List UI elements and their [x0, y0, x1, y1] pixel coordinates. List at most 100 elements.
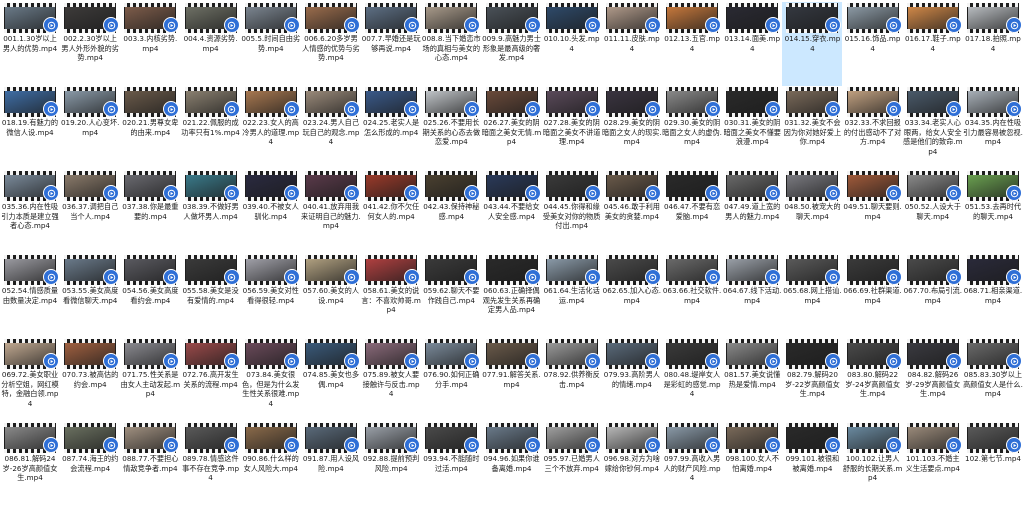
file-item[interactable]: 084.82.解码26岁-29岁高颜值女生.mp4 — [903, 338, 963, 422]
file-item[interactable]: 053.55.美女高度看微信聊天.mp4 — [60, 254, 120, 338]
file-item[interactable]: 040.41.放弃用我来证明自己的魅力.mp4 — [301, 170, 361, 254]
file-item[interactable]: 055.58.美女是没有爱情的.mp4 — [181, 254, 241, 338]
file-item[interactable]: 059.62.聊天不要作践自己.mp4 — [421, 254, 481, 338]
file-item[interactable]: 080.48.堤岸女人是彩虹的感觉.mp4 — [662, 338, 722, 422]
file-item[interactable]: 035.36.内在性吸引力本质是建立强者心态.mp4 — [0, 170, 60, 254]
file-item[interactable]: 100.102.让男人舒服的长期关系.mp4 — [843, 422, 903, 506]
file-item[interactable]: 082.79.解码20岁-22岁高颜值女生.mp4 — [782, 338, 842, 422]
file-item[interactable]: 068.71.相亲渠道.mp4 — [963, 254, 1023, 338]
file-item[interactable]: 027.28.美女的阴暗面之美女不讲道理.mp4 — [542, 86, 602, 170]
file-item[interactable]: 002.2.30岁以上男人外形外貌的劣势.mp4 — [60, 2, 120, 86]
file-item[interactable]: 073.84.美女很色，但是为什么发生性关系很难.mp4 — [241, 338, 301, 422]
file-item[interactable]: 024.25.老实人是怎么形成的.mp4 — [361, 86, 421, 170]
file-item[interactable]: 098.100.女人不怕离婚.mp4 — [722, 422, 782, 506]
file-item[interactable]: 081.57.美女说懂热是爱情.mp4 — [722, 338, 782, 422]
file-item[interactable]: 044.45.你得和缘受美女对你的物质付出.mp4 — [542, 170, 602, 254]
file-item[interactable]: 078.92.供养衡反击.mp4 — [542, 338, 602, 422]
file-item[interactable]: 096.98.对方为啥嫁给你钞何.mp4 — [602, 422, 662, 506]
file-item[interactable]: 012.13.五官.mp4 — [662, 2, 722, 86]
file-item[interactable]: 026.27.美女的阴暗面之美女无情.mp4 — [482, 86, 542, 170]
file-item[interactable]: 089.78.情感这件事不存在竞争.mp4 — [181, 422, 241, 506]
file-item[interactable]: 013.14.面美.mp4 — [722, 2, 782, 86]
file-item[interactable]: 001.1.30岁以上男人的优势.mp4 — [0, 2, 60, 86]
file-item[interactable]: 019.20.人心变坏.mp4 — [60, 86, 120, 170]
file-item[interactable]: 005.5.时间自由劣势.mp4 — [241, 2, 301, 86]
file-item[interactable]: 097.99.高收入男人的财产风险.mp4 — [662, 422, 722, 506]
file-item[interactable]: 020.21.男尊女卑的由来.mp4 — [120, 86, 180, 170]
file-item[interactable]: 006.6.20多岁男人情感的优势与劣势.mp4 — [301, 2, 361, 86]
file-item[interactable]: 056.59.美女对性看得很轻.mp4 — [241, 254, 301, 338]
file-item[interactable]: 095.97.已婚男人三个不放弃.mp4 — [542, 422, 602, 506]
file-item[interactable]: 016.17.鞋子.mp4 — [903, 2, 963, 86]
file-item[interactable]: 077.91.解答关系.mp4 — [482, 338, 542, 422]
file-item[interactable]: 028.29.美女的阴暗面之女人的现实.mp4 — [602, 86, 662, 170]
file-item[interactable]: 004.4.资源劣势.mp4 — [181, 2, 241, 86]
file-item[interactable]: 007.7.早婚还是玩够再说.mp4 — [361, 2, 421, 86]
file-item[interactable]: 066.69.社群渠道.mp4 — [843, 254, 903, 338]
file-item[interactable]: 051.53.去再时代的聊天.mp4 — [963, 170, 1023, 254]
file-item[interactable]: 058.61.美女的说言：不喜欢帅哥.mp4 — [361, 254, 421, 338]
file-item[interactable]: 038.39.不做好男人做坏男人.mp4 — [181, 170, 241, 254]
file-item[interactable]: 054.56.美女高度看约会.mp4 — [120, 254, 180, 338]
file-item[interactable]: 023.24.男人自己玩自己的观念.mp4 — [301, 86, 361, 170]
file-item[interactable]: 048.50.被宠大的聊天.mp4 — [782, 170, 842, 254]
file-item[interactable]: 003.3.内核劣势.mp4 — [120, 2, 180, 86]
file-item[interactable]: 061.64.生活化话运.mp4 — [542, 254, 602, 338]
file-item[interactable]: 075.89.被女人要接触许与反击.mp4 — [361, 338, 421, 422]
file-item[interactable]: 092.88.提前预判风险.mp4 — [361, 422, 421, 506]
file-item[interactable]: 018.19.有魅力的微信人设.mp4 — [0, 86, 60, 170]
file-item[interactable]: 031.32.美女不会因为你对她好爱上你.mp4 — [782, 86, 842, 170]
file-item[interactable]: 069.72.美女职业分析空姐，网红模特，金融白领.mp4 — [0, 338, 60, 422]
file-item[interactable]: 065.68.网上搭讪.mp4 — [782, 254, 842, 338]
file-item[interactable]: 087.74.海王的约会流程.mp4 — [60, 422, 120, 506]
file-item[interactable]: 022.23.女人的高冷男人的道理.mp4 — [241, 86, 301, 170]
file-item[interactable]: 047.49.道上宽的男人的魅力.mp4 — [722, 170, 782, 254]
file-item[interactable]: 045.46.敢于利用美女的贪婪.mp4 — [602, 170, 662, 254]
file-item[interactable]: 014.15.穿衣.mp4 — [782, 2, 843, 86]
file-item[interactable]: 011.11.皮肤.mp4 — [602, 2, 662, 86]
file-item[interactable]: 021.22.佩服的成功率只有1%.mp4 — [181, 86, 241, 170]
file-item[interactable]: 049.51.聊天要则.mp4 — [843, 170, 903, 254]
file-item[interactable]: 060.63.正确择偶观先发生关系再确定男人品.mp4 — [482, 254, 542, 338]
file-item[interactable]: 052.54.情感质量由数量决定.mp4 — [0, 254, 60, 338]
file-item[interactable]: 074.85.美女也多偶.mp4 — [301, 338, 361, 422]
file-item[interactable]: 015.16.饰品.mp4 — [843, 2, 903, 86]
file-item[interactable]: 033.34.老实人心眼两，给女人安全感是他们的致命.mp4 — [903, 86, 963, 170]
file-item[interactable]: 101.103.不婚主义生活要点.mp4 — [903, 422, 963, 506]
file-item[interactable]: 008.8.当下婚恋市场的真相与美女的心态.mp4 — [421, 2, 481, 86]
file-item[interactable]: 094.96.如果你谁备离婚.mp4 — [482, 422, 542, 506]
file-item[interactable]: 091.87.用人设风险.mp4 — [301, 422, 361, 506]
file-item[interactable]: 063.66.社交软件.mp4 — [662, 254, 722, 338]
file-item[interactable]: 036.37.调把自己当个人.mp4 — [60, 170, 120, 254]
file-item[interactable]: 085.83.30岁以上高颜值女人是什么.mp4 — [963, 338, 1023, 422]
file-item[interactable]: 037.38.你是最重要的.mp4 — [120, 170, 180, 254]
file-item[interactable]: 088.77.不要担心情敌竞争者.mp4 — [120, 422, 180, 506]
file-item[interactable]: 046.47.不要有恋爱脑.mp4 — [662, 170, 722, 254]
file-item[interactable]: 032.33.不求回报的付出感动不了对方.mp4 — [843, 86, 903, 170]
file-item[interactable]: 057.60.美女的人设.mp4 — [301, 254, 361, 338]
file-item[interactable]: 076.90.如何正确分手.mp4 — [421, 338, 481, 422]
file-item[interactable]: 079.93.高阶男人的情绪.mp4 — [602, 338, 662, 422]
file-item[interactable]: 062.65.加入心态.mp4 — [602, 254, 662, 338]
file-item[interactable]: 009.9.高魅力男士形象是最高级的奢发.mp4 — [482, 2, 542, 86]
file-item[interactable]: 042.43.保持神秘感.mp4 — [421, 170, 481, 254]
file-item[interactable]: 034.35.内在性吸引力最容易被忽视.mp4 — [963, 86, 1023, 170]
file-item[interactable]: 064.67.线下活动.mp4 — [722, 254, 782, 338]
file-item[interactable]: 043.44.不要给女人安全感.mp4 — [482, 170, 542, 254]
file-item[interactable]: 025.26.不要用长期关系的心态去做恋爱.mp4 — [421, 86, 481, 170]
file-item[interactable]: 067.70.布局引流.mp4 — [903, 254, 963, 338]
file-item[interactable]: 029.30.美女的阴暗面之女人的虚伪.mp4 — [662, 86, 722, 170]
file-item[interactable]: 083.80.解码22岁-24岁高颜值女生.mp4 — [843, 338, 903, 422]
file-item[interactable]: 017.18.拍照.mp4 — [963, 2, 1023, 86]
file-item[interactable]: 030.31.美女的阴暗面之美女不懂要浪漫.mp4 — [722, 86, 782, 170]
file-item[interactable]: 072.76.高开发生关系的流程.mp4 — [181, 338, 241, 422]
file-item[interactable]: 090.86.什么样的女人风险大.mp4 — [241, 422, 301, 506]
file-item[interactable]: 099.101.被很和被离婚.mp4 — [782, 422, 842, 506]
file-item[interactable]: 086.81.解码24岁-26岁高颜值女生.mp4 — [0, 422, 60, 506]
file-item[interactable]: 050.52.人设大于聊天.mp4 — [903, 170, 963, 254]
file-item[interactable]: 070.73.被高估的约会.mp4 — [60, 338, 120, 422]
file-item[interactable]: 039.40.不被女人驯化.mp4 — [241, 170, 301, 254]
file-item[interactable]: 102.第七节.mp4 — [963, 422, 1023, 506]
file-item[interactable]: 041.42.你不欠任何女人的.mp4 — [361, 170, 421, 254]
file-item[interactable]: 010.10.头发.mp4 — [542, 2, 602, 86]
